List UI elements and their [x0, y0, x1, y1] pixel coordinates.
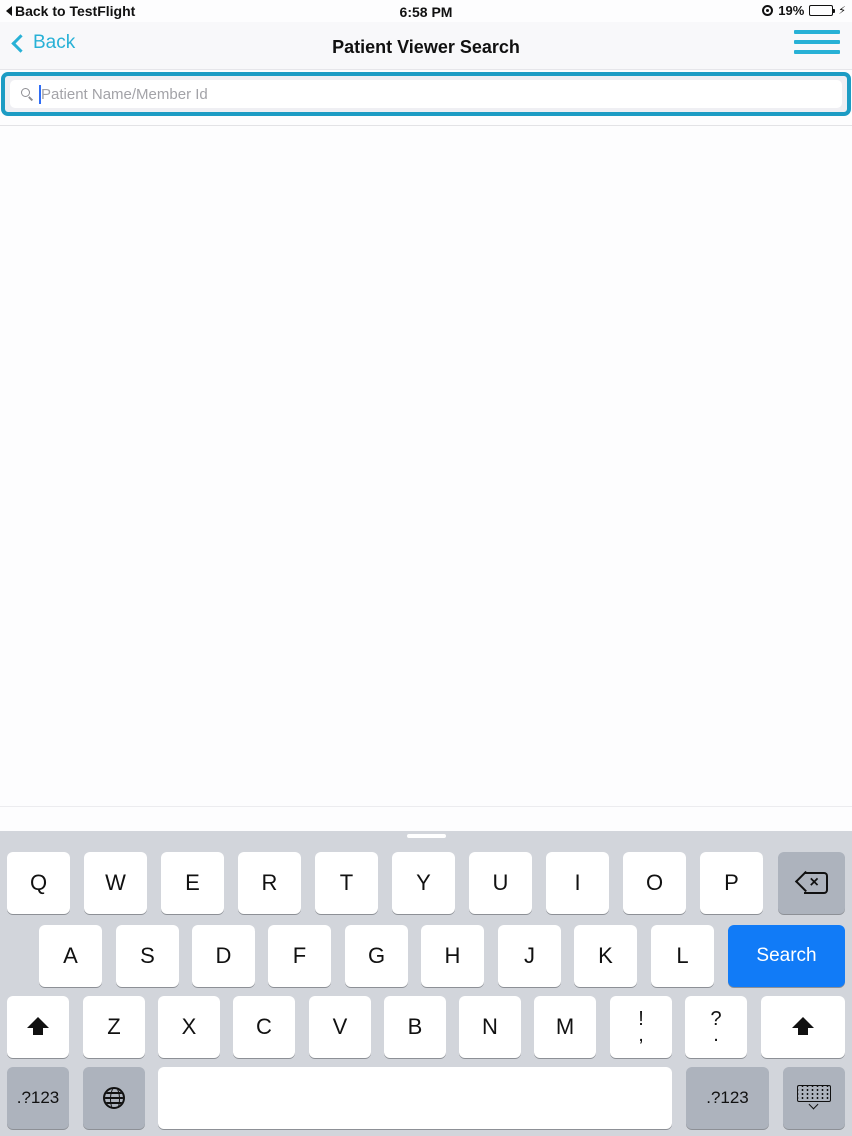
- stack: !,: [638, 1009, 644, 1046]
- key-bottom-label: ,: [638, 1024, 644, 1046]
- search-bar: [1, 72, 851, 116]
- key-t[interactable]: T: [315, 852, 378, 914]
- key-a[interactable]: A: [39, 925, 102, 987]
- shift-icon: [792, 1017, 814, 1037]
- key-j[interactable]: J: [498, 925, 561, 987]
- divider: [0, 806, 852, 807]
- key-n[interactable]: N: [459, 996, 521, 1058]
- key-s[interactable]: S: [116, 925, 179, 987]
- key-z[interactable]: Z: [83, 996, 145, 1058]
- delete-icon: ×: [794, 870, 828, 894]
- key-k[interactable]: K: [574, 925, 637, 987]
- key-y[interactable]: Y: [392, 852, 455, 914]
- keyboard: Q W E R T Y U I O P × A S D F G H J K L …: [0, 831, 852, 1136]
- delete-key[interactable]: ×: [778, 852, 845, 914]
- globe-icon: [103, 1087, 125, 1109]
- menu-button[interactable]: [794, 30, 840, 60]
- nav-bar: Back Patient Viewer Search: [0, 22, 852, 70]
- key-exclamation-comma[interactable]: !,: [610, 996, 672, 1058]
- key-c[interactable]: C: [233, 996, 295, 1058]
- search-icon: [21, 88, 33, 100]
- globe-key[interactable]: [83, 1067, 145, 1129]
- charging-bolt-icon: ⚡: [838, 5, 846, 17]
- key-d[interactable]: D: [192, 925, 255, 987]
- key-i[interactable]: I: [546, 852, 609, 914]
- status-time: 6:58 PM: [399, 4, 453, 20]
- shift-key-left[interactable]: [7, 996, 69, 1058]
- page-title: Patient Viewer Search: [332, 37, 520, 57]
- key-m[interactable]: M: [534, 996, 596, 1058]
- chevron-left-icon: [11, 33, 30, 53]
- status-bar: Back to TestFlight 6:58 PM 19% ⚡: [0, 0, 852, 22]
- status-right: 19% ⚡: [762, 3, 846, 18]
- battery-percent: 19%: [778, 3, 805, 18]
- key-h[interactable]: H: [421, 925, 484, 987]
- results-area: [0, 126, 852, 806]
- numbers-key-left[interactable]: .?123: [7, 1067, 69, 1129]
- search-key[interactable]: Search: [728, 925, 845, 987]
- key-r[interactable]: R: [238, 852, 301, 914]
- battery-icon: [809, 5, 836, 16]
- search-input[interactable]: [41, 80, 801, 108]
- back-button-label: Back: [33, 32, 76, 53]
- key-u[interactable]: U: [469, 852, 532, 914]
- shift-key-right[interactable]: [761, 996, 845, 1058]
- stack: ?.: [710, 1009, 721, 1046]
- key-o[interactable]: O: [623, 852, 686, 914]
- hamburger-icon: [794, 30, 840, 34]
- space-key[interactable]: [158, 1067, 672, 1129]
- key-bottom-label: .: [713, 1024, 719, 1046]
- key-w[interactable]: W: [84, 852, 147, 914]
- shift-icon: [27, 1017, 49, 1037]
- hamburger-icon-bar: [794, 40, 840, 44]
- key-f[interactable]: F: [268, 925, 331, 987]
- key-e[interactable]: E: [161, 852, 224, 914]
- back-button[interactable]: Back: [10, 32, 75, 54]
- key-question-period[interactable]: ?.: [685, 996, 747, 1058]
- search-field[interactable]: [10, 80, 842, 108]
- key-l[interactable]: L: [651, 925, 714, 987]
- key-b[interactable]: B: [384, 996, 446, 1058]
- keyboard-dismiss-icon: [797, 1085, 831, 1111]
- hamburger-icon-bar: [794, 50, 840, 54]
- key-q[interactable]: Q: [7, 852, 70, 914]
- key-v[interactable]: V: [309, 996, 371, 1058]
- keyboard-handle[interactable]: [407, 834, 446, 838]
- orientation-lock-icon: [762, 5, 774, 16]
- dismiss-keyboard-key[interactable]: [783, 1067, 845, 1129]
- key-g[interactable]: G: [345, 925, 408, 987]
- numbers-key-right[interactable]: .?123: [686, 1067, 769, 1129]
- key-p[interactable]: P: [700, 852, 763, 914]
- key-x[interactable]: X: [158, 996, 220, 1058]
